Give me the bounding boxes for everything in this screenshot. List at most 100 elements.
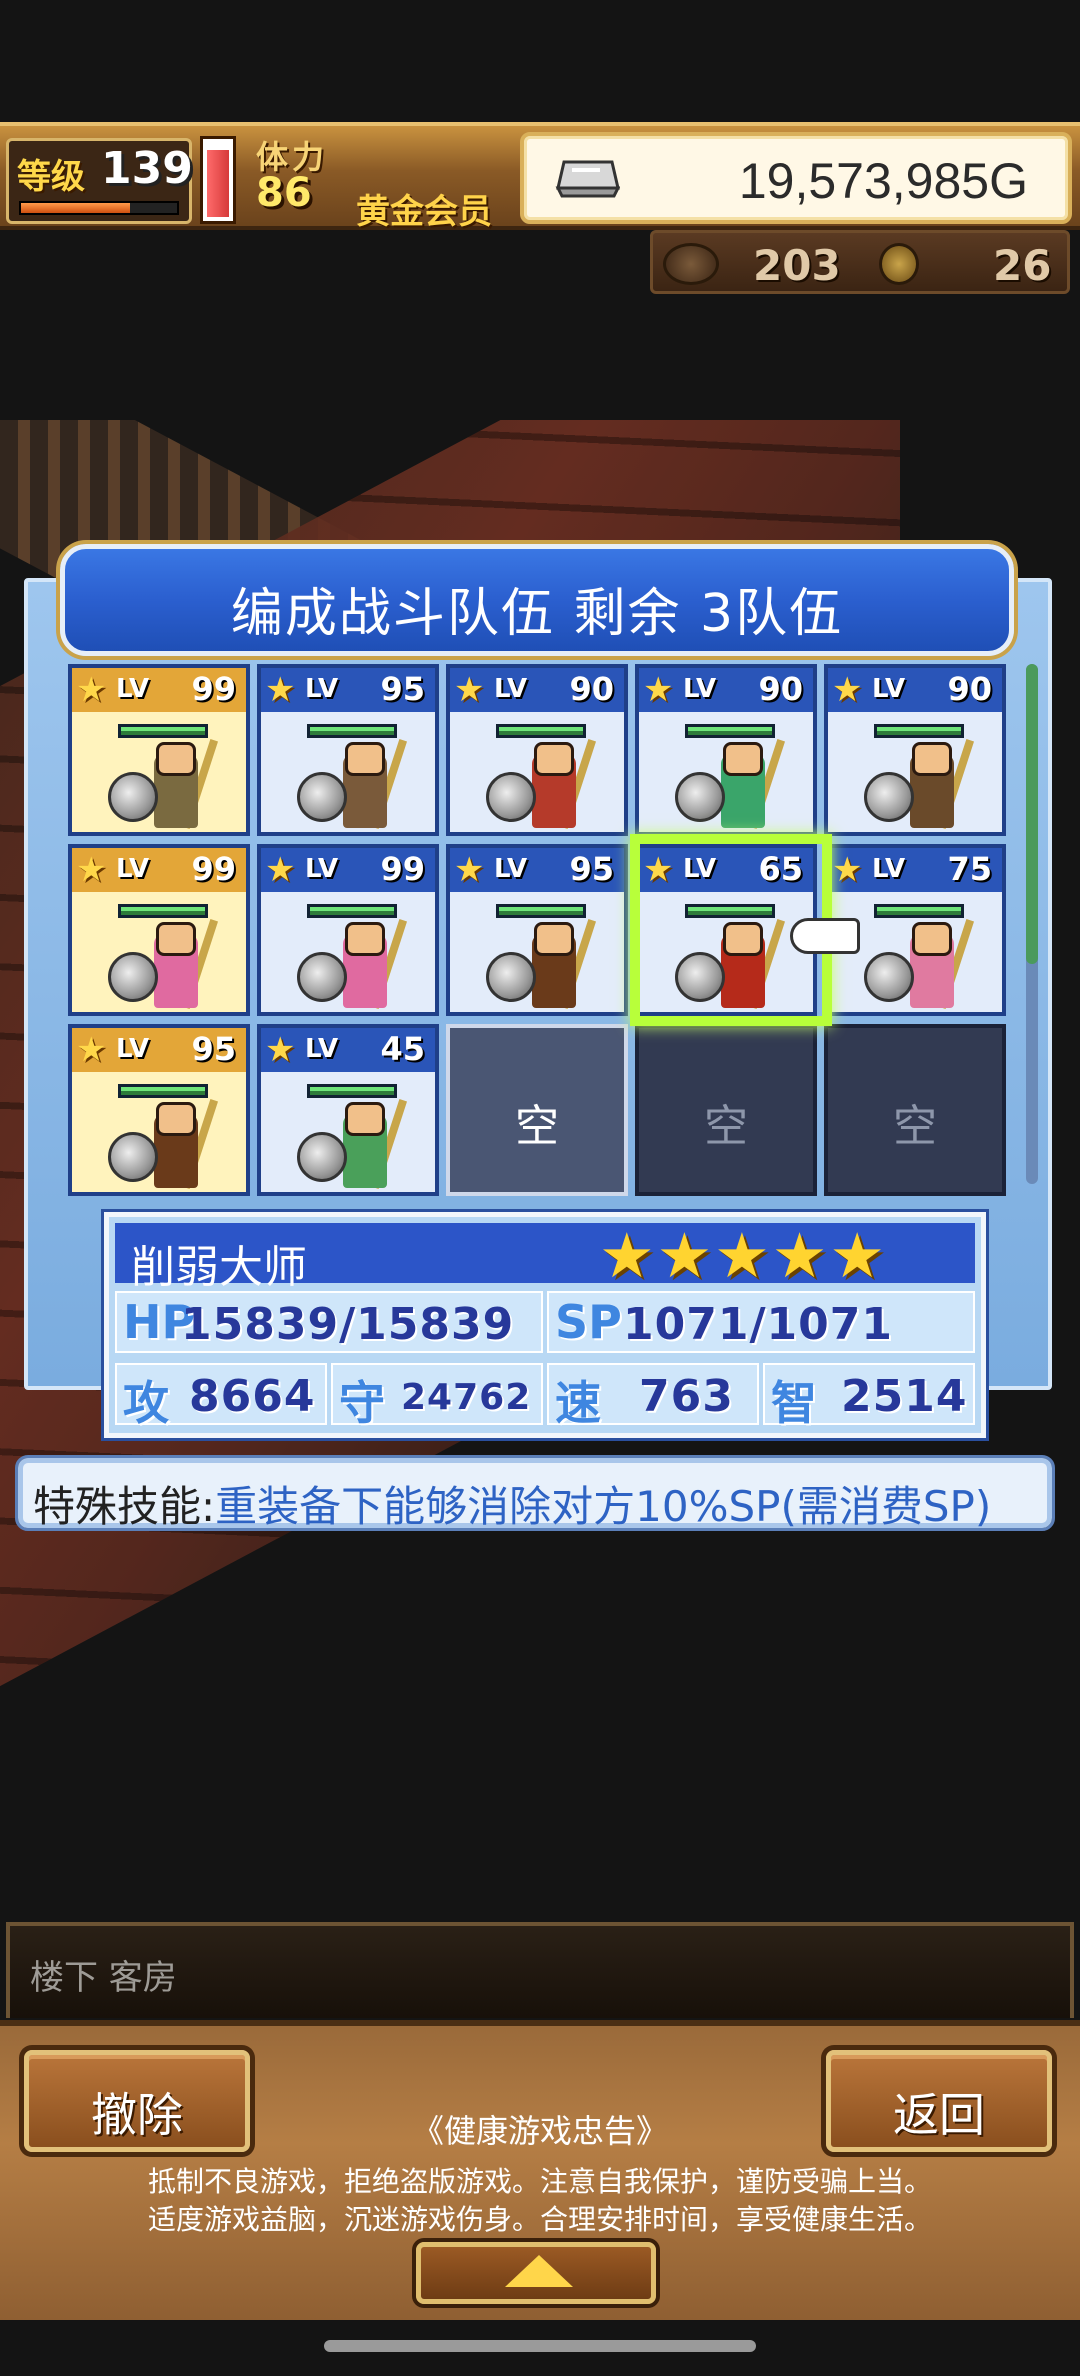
shield-icon (486, 952, 536, 1002)
team-slot[interactable]: ★ LV 99 (257, 844, 439, 1016)
star-icon: ★ (265, 670, 296, 710)
star-icon: ★ (643, 670, 674, 710)
hero-name-row: 削弱大师 ★★★★★ (115, 1219, 975, 1293)
speed-stat: 速 763 (547, 1363, 759, 1430)
sp-stat: SP 1071/1071 (547, 1291, 975, 1353)
team-slot[interactable]: ★ LV 95 (68, 1024, 250, 1196)
hero-info-box: 削弱大师 ★★★★★ HP 15839/15839 SP 1071/1071 攻… (101, 1209, 989, 1441)
special-skill-description: 重装备下能够消除对方10%SP(需消费SP) (215, 1482, 992, 1531)
slot-header: ★ LV 99 (72, 668, 246, 712)
hp-value: 15839/15839 (181, 1299, 515, 1350)
team-panel-header: 编成战斗队伍 剩余 3队伍 (60, 544, 1014, 656)
gold-value: 19,573,985G (738, 153, 1028, 209)
slot-header: ★ LV 90 (639, 668, 813, 712)
grid-scroll-thumb[interactable] (1026, 664, 1038, 964)
home-indicator[interactable] (324, 2340, 756, 2352)
slot-hp-bar (874, 724, 964, 738)
slot-level-label: LV (305, 854, 339, 884)
slot-level-label: LV (116, 854, 150, 884)
grid-scrollbar[interactable] (1026, 664, 1038, 1184)
resource-bar: 203 26 (650, 230, 1070, 294)
team-slot[interactable]: ★ LV 95 (446, 844, 628, 1016)
star-icon: ★ (76, 1030, 107, 1070)
speed-value: 763 (639, 1371, 734, 1422)
member-badge: 黄金会员 (356, 192, 492, 232)
slot-level-label: LV (305, 1034, 339, 1064)
attack-stat: 攻 8664 (115, 1363, 327, 1430)
health-notice-line-1: 抵制不良游戏，拒绝盗版游戏。注意自我保护，谨防受骗上当。 (147, 2165, 932, 2198)
status-bar: 等级 139 体力 86 黄金会员 19,573,985G (0, 122, 1080, 232)
slot-header: ★ LV 45 (261, 1028, 435, 1072)
hero-head-sprite (345, 1102, 385, 1136)
defense-key: 守 (339, 1376, 385, 1430)
hero-head-sprite (156, 742, 196, 776)
intelligence-key: 智 (771, 1376, 817, 1430)
slot-hp-bar (118, 1084, 208, 1098)
star-icon: ★ (454, 850, 485, 890)
team-slot[interactable]: ★ LV 45 (257, 1024, 439, 1196)
hero-head-sprite (345, 742, 385, 776)
slot-level-value: 90 (569, 670, 614, 708)
slot-header: ★ LV 99 (261, 848, 435, 892)
intelligence-stat: 智 2514 (763, 1363, 975, 1430)
hero-head-sprite (912, 742, 952, 776)
slot-level-value: 95 (191, 1030, 236, 1068)
slot-header: ★ LV 99 (72, 848, 246, 892)
slot-level-label: LV (116, 1034, 150, 1064)
gold-display[interactable]: 19,573,985G (520, 132, 1072, 224)
hero-rank-stars: ★★★★★ (599, 1219, 887, 1292)
slot-hp-bar (496, 724, 586, 738)
team-slot[interactable]: ★ LV 99 (68, 664, 250, 836)
hero-name: 削弱大师 (131, 1242, 307, 1293)
slot-level-label: LV (683, 674, 717, 704)
location-bar: 楼下 客房 (6, 1922, 1074, 2018)
slot-header: ★ LV 95 (261, 668, 435, 712)
empty-slot[interactable]: 空 (446, 1024, 628, 1196)
shield-icon (108, 772, 158, 822)
slot-hp-bar (496, 904, 586, 918)
slot-hp-bar (118, 904, 208, 918)
slot-level-label: LV (116, 674, 150, 704)
team-slot[interactable]: ★ LV 95 (257, 664, 439, 836)
up-arrow-icon (505, 2255, 573, 2287)
attack-key: 攻 (123, 1376, 169, 1430)
slot-level-value: 99 (380, 850, 425, 888)
shield-icon (108, 1132, 158, 1182)
shield-icon (297, 1132, 347, 1182)
food-icon (663, 243, 719, 285)
slot-level-value: 95 (380, 670, 425, 708)
star-icon: ★ (76, 850, 107, 890)
slot-level-value: 90 (947, 670, 992, 708)
speed-key: 速 (555, 1376, 601, 1430)
stamina-gauge (200, 136, 236, 224)
special-skill-label: 特殊技能: (33, 1482, 216, 1531)
location-text: 楼下 客房 (30, 1958, 177, 1998)
empty-slot[interactable]: 空 (635, 1024, 817, 1196)
slot-hp-bar (685, 724, 775, 738)
hero-head-sprite (534, 742, 574, 776)
team-panel-title: 编成战斗队伍 剩余 3队伍 (230, 584, 844, 644)
attribute-row: 攻 8664 守 24762 速 763 智 2514 (115, 1359, 975, 1430)
sp-key: SP (555, 1295, 622, 1349)
slot-level-label: LV (494, 854, 528, 884)
shield-icon (864, 952, 914, 1002)
expand-menu-button[interactable] (416, 2242, 656, 2304)
slot-hp-bar (307, 904, 397, 918)
team-slot[interactable]: ★ LV 90 (635, 664, 817, 836)
health-notice-title: 《健康游戏忠告》 (411, 2112, 668, 2150)
slot-header: ★ LV 75 (828, 848, 1002, 892)
silver-bar-icon (555, 160, 620, 198)
defense-stat: 守 24762 (331, 1363, 543, 1430)
team-slot[interactable]: ★ LV 90 (824, 664, 1006, 836)
slot-hp-bar (874, 904, 964, 918)
team-slot[interactable]: ★ LV 90 (446, 664, 628, 836)
health-notice-line-2: 适度游戏益脑，沉迷游戏伤身。合理安排时间，享受健康生活。 (147, 2203, 932, 2236)
hero-head-sprite (723, 742, 763, 776)
bottom-control-panel: 撤除 返回 《健康游戏忠告》 抵制不良游戏，拒绝盗版游戏。注意自我保护，谨防受骗… (0, 2020, 1080, 2320)
level-progress-fill (21, 203, 131, 213)
resource-1-value: 203 (753, 241, 841, 290)
team-slot[interactable]: ★ LV 99 (68, 844, 250, 1016)
star-icon: ★ (454, 670, 485, 710)
star-icon: ★ (265, 1030, 296, 1070)
empty-slot[interactable]: 空 (824, 1024, 1006, 1196)
